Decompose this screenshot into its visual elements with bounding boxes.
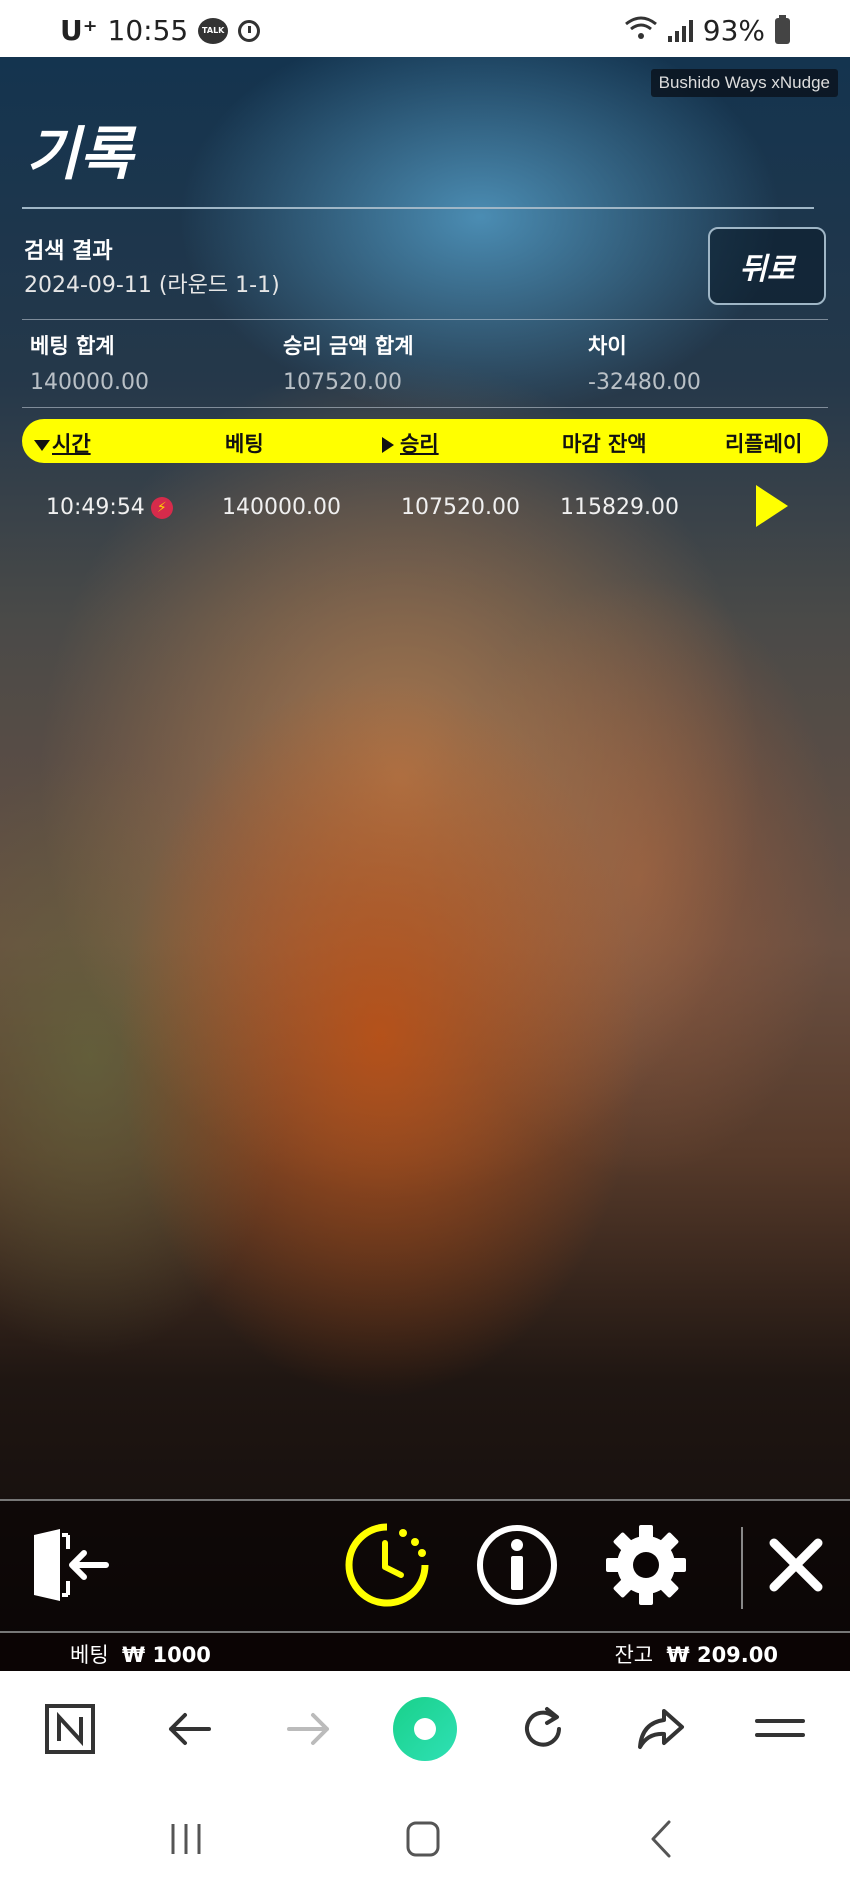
column-header-replay: 리플레이 xyxy=(725,432,803,456)
menu-button[interactable] xyxy=(750,1699,810,1759)
settings-button[interactable] xyxy=(604,1523,688,1607)
difference-value: -32480.00 xyxy=(588,370,701,395)
row-bet: 140000.00 xyxy=(222,495,341,520)
system-nav-bar xyxy=(0,1787,850,1889)
balance-label: 잔고 xyxy=(614,1643,654,1667)
bet-total-value: 140000.00 xyxy=(30,370,149,395)
sort-descending-icon xyxy=(34,439,50,451)
green-dot-icon xyxy=(393,1697,457,1761)
history-button[interactable] xyxy=(345,1523,429,1607)
row-win: 107520.00 xyxy=(401,495,520,520)
brand-badge: Bushido Ways xNudge xyxy=(650,69,838,97)
bet-balance-bar: 베팅 ₩ 1000 잔고 ₩ 209.00 xyxy=(0,1631,850,1671)
balance-info: 잔고 ₩ 209.00 xyxy=(614,1639,778,1669)
signal-icon xyxy=(667,19,693,42)
table-row: 10:49:54 ⚡ 140000.00 107520.00 115829.00 xyxy=(22,475,828,535)
replay-play-button[interactable] xyxy=(756,485,788,527)
exit-button[interactable] xyxy=(26,1523,110,1607)
back-button[interactable]: 뒤로 xyxy=(708,227,826,305)
battery-percent: 93% xyxy=(702,14,765,47)
bet-label: 베팅 xyxy=(70,1643,109,1667)
system-back-icon xyxy=(651,1820,671,1858)
table-header: 시간 베팅 승리 마감 잔액 리플레이 xyxy=(22,419,828,463)
recent-apps-button[interactable] xyxy=(156,1809,216,1869)
search-result-value: 2024-09-11 (라운드 1-1) xyxy=(24,273,280,298)
reload-button[interactable] xyxy=(513,1699,573,1759)
summary-divider-bottom xyxy=(22,407,828,408)
bet-value: ₩ 1000 xyxy=(122,1643,211,1667)
share-button[interactable] xyxy=(631,1699,691,1759)
info-button[interactable] xyxy=(475,1523,559,1607)
history-icon xyxy=(345,1523,429,1607)
alarm-icon xyxy=(238,19,261,42)
exit-icon xyxy=(34,1529,109,1601)
home-icon xyxy=(406,1821,440,1857)
bet-total-label: 베팅 합계 xyxy=(30,334,115,358)
naver-home-icon xyxy=(45,1704,95,1754)
back-arrow-icon xyxy=(169,1713,211,1745)
back-nav-button[interactable] xyxy=(160,1699,220,1759)
row-time: 10:49:54 ⚡ xyxy=(46,495,173,520)
game-toolbar xyxy=(0,1499,850,1631)
forward-arrow-icon xyxy=(287,1713,329,1745)
browser-toolbar xyxy=(0,1671,850,1787)
close-icon xyxy=(769,1538,823,1592)
bet-info: 베팅 ₩ 1000 xyxy=(70,1639,211,1669)
column-header-time[interactable]: 시간 xyxy=(34,428,91,458)
battery-icon xyxy=(775,14,790,44)
summary-divider-top xyxy=(22,319,828,320)
share-icon xyxy=(638,1709,684,1749)
balance-value: ₩ 209.00 xyxy=(666,1643,778,1667)
naver-home-button[interactable] xyxy=(40,1699,100,1759)
lightning-icon: ⚡ xyxy=(150,497,173,519)
kakaotalk-icon: TALK xyxy=(198,17,229,44)
column-header-closing-balance: 마감 잔액 xyxy=(562,432,647,456)
status-bar: U⁺ 10:55 TALK 93% xyxy=(0,0,850,57)
sort-indicator-icon xyxy=(382,437,394,453)
carrier-label: U⁺ xyxy=(60,14,98,47)
close-button[interactable] xyxy=(754,1523,838,1607)
green-dot-button[interactable] xyxy=(392,1696,458,1762)
toolbar-separator xyxy=(741,1527,743,1609)
page-title: 기록 xyxy=(26,120,133,188)
search-result-label: 검색 결과 xyxy=(24,239,113,264)
reload-icon xyxy=(525,1707,561,1747)
title-divider xyxy=(22,207,814,209)
status-left: U⁺ 10:55 TALK xyxy=(60,14,261,47)
difference-label: 차이 xyxy=(588,334,627,358)
row-closing-balance: 115829.00 xyxy=(560,495,679,520)
win-total-label: 승리 금액 합계 xyxy=(283,334,414,358)
status-right: 93% xyxy=(624,14,790,47)
menu-icon xyxy=(755,1719,805,1737)
wifi-icon xyxy=(624,15,658,47)
forward-nav-button[interactable] xyxy=(278,1699,338,1759)
recent-apps-icon xyxy=(171,1824,201,1854)
info-icon xyxy=(477,1525,557,1605)
column-header-bet: 베팅 xyxy=(225,432,264,456)
home-button[interactable] xyxy=(393,1809,453,1869)
column-header-win[interactable]: 승리 xyxy=(382,428,439,458)
win-total-value: 107520.00 xyxy=(283,370,402,395)
status-time: 10:55 xyxy=(107,14,189,47)
history-panel: Bushido Ways xNudge 기록 검색 결과 2024-09-11 … xyxy=(0,57,850,1671)
system-back-button[interactable] xyxy=(632,1809,692,1869)
settings-icon xyxy=(606,1525,686,1605)
